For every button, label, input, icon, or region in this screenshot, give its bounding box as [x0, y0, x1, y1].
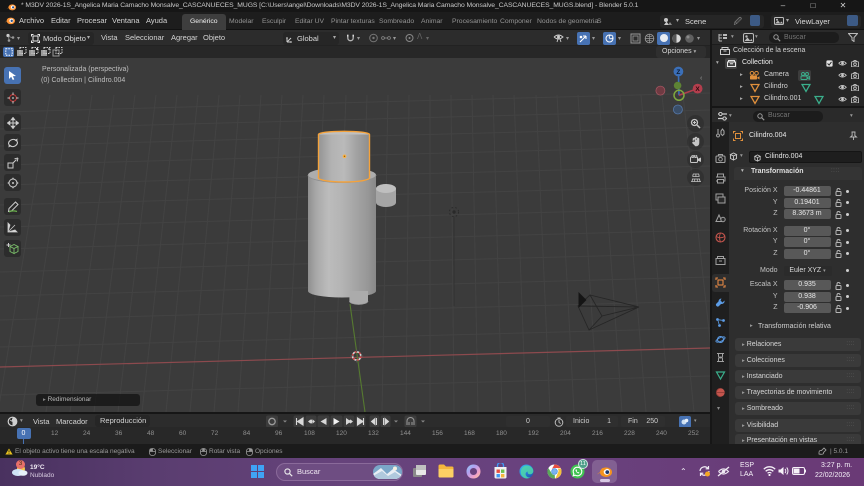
svg-text:Z: Z: [676, 69, 680, 76]
svg-text:X: X: [695, 86, 700, 93]
